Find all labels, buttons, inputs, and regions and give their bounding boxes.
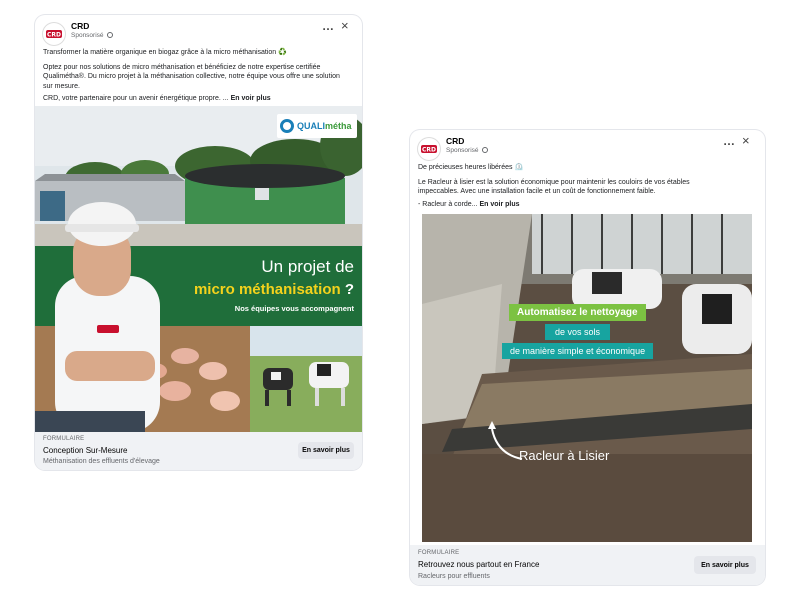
ad-headline: De précieuses heures libérées ⏲️	[418, 164, 524, 171]
creative-tag2: de vos sols	[545, 324, 611, 340]
brand-logo[interactable]: CRD	[43, 23, 65, 45]
footer-subtitle: Racleurs pour effluents	[418, 573, 490, 580]
ad-headline: Transformer la matière organique en biog…	[43, 49, 287, 56]
ad-header: CRD CRD Sponsorisé … ×	[410, 130, 765, 160]
creative-line2-highlight: micro méthanisation	[193, 281, 341, 298]
footer-category: FORMULAIRE	[418, 550, 460, 556]
creative-tag1: Automatisez le nettoyage	[509, 304, 646, 321]
footer-subtitle: Méthanisation des effluents d'élevage	[43, 458, 160, 465]
svg-text:CRD: CRD	[422, 147, 436, 154]
ad-header: CRD CRD Sponsorisé … ×	[35, 15, 362, 45]
creative-line1: Un projet de	[261, 257, 354, 276]
sponsored-text: Sponsorisé	[446, 147, 479, 154]
close-icon[interactable]: ×	[341, 18, 349, 33]
badge-prefix: QUALI	[297, 121, 325, 131]
ad-body-line: Le Racleur à lisier est la solution écon…	[418, 178, 690, 186]
creative-line2-tail: ?	[340, 281, 354, 298]
footer-title: Retrouvez nous partout en France	[418, 560, 540, 569]
brand-name[interactable]: CRD	[71, 21, 89, 31]
brand-logo[interactable]: CRD	[418, 138, 440, 160]
sponsored-label: Sponsorisé	[71, 32, 113, 39]
sponsored-text: Sponsorisé	[71, 32, 104, 39]
see-more-link[interactable]: En voir plus	[479, 201, 519, 208]
ad-body-line: Qualiméthа®. Du micro projet à la méthan…	[43, 73, 340, 80]
close-icon[interactable]: ×	[742, 133, 750, 148]
ad-footer[interactable]: FORMULAIRE Retrouvez nous partout en Fra…	[410, 545, 765, 585]
learn-more-button[interactable]: En savoir plus	[694, 556, 756, 574]
ad-footer[interactable]: FORMULAIRE Conception Sur-Mesure Méthani…	[35, 432, 362, 470]
creative-line2: micro méthanisation ?	[194, 281, 354, 298]
ad-card-methanisation: CRD CRD Sponsorisé … × Transformer la ma…	[35, 15, 362, 470]
qualimetha-logo-icon	[280, 119, 294, 133]
sponsored-label: Sponsorisé	[446, 147, 488, 154]
creative-line3: Nos équipes vous accompagnent	[234, 304, 354, 313]
badge-suffix: métha	[325, 121, 352, 131]
footer-title: Conception Sur-Mesure	[43, 446, 128, 455]
footer-category: FORMULAIRE	[43, 436, 85, 442]
more-options-icon[interactable]: …	[723, 134, 735, 148]
learn-more-button[interactable]: En savoir plus	[298, 442, 354, 459]
ad-teaser: CRD, votre partenaire pour un avenir éne…	[43, 95, 229, 102]
ad-teaser: - Racleur à corde...	[418, 200, 478, 208]
globe-icon	[106, 32, 113, 38]
ad-body-line: sur mesure.	[43, 82, 80, 90]
brand-name[interactable]: CRD	[446, 136, 464, 146]
ad-creative-image[interactable]: QUALI métha Un projet de micro méthanisat…	[35, 106, 362, 432]
more-options-icon[interactable]: …	[322, 19, 334, 33]
see-more-link[interactable]: En voir plus	[231, 95, 271, 102]
svg-text:CRD: CRD	[47, 32, 61, 39]
ad-body-line: Optez pour nos solutions de micro méthan…	[43, 63, 321, 71]
ad-body-line: impeccables. Avec une installation facil…	[418, 188, 656, 195]
creative-tag3: de manière simple et économique	[502, 343, 654, 359]
ad-creative-image[interactable]: Automatisez le nettoyage de vos sols de …	[422, 214, 752, 542]
ad-card-racleur: CRD CRD Sponsorisé … × De précieuses heu…	[410, 130, 765, 585]
creative-caption: Racleur à Lisier	[519, 448, 610, 463]
globe-icon	[481, 147, 488, 153]
creative-illustration	[422, 214, 752, 542]
qualimetha-badge: QUALI métha	[277, 114, 357, 138]
